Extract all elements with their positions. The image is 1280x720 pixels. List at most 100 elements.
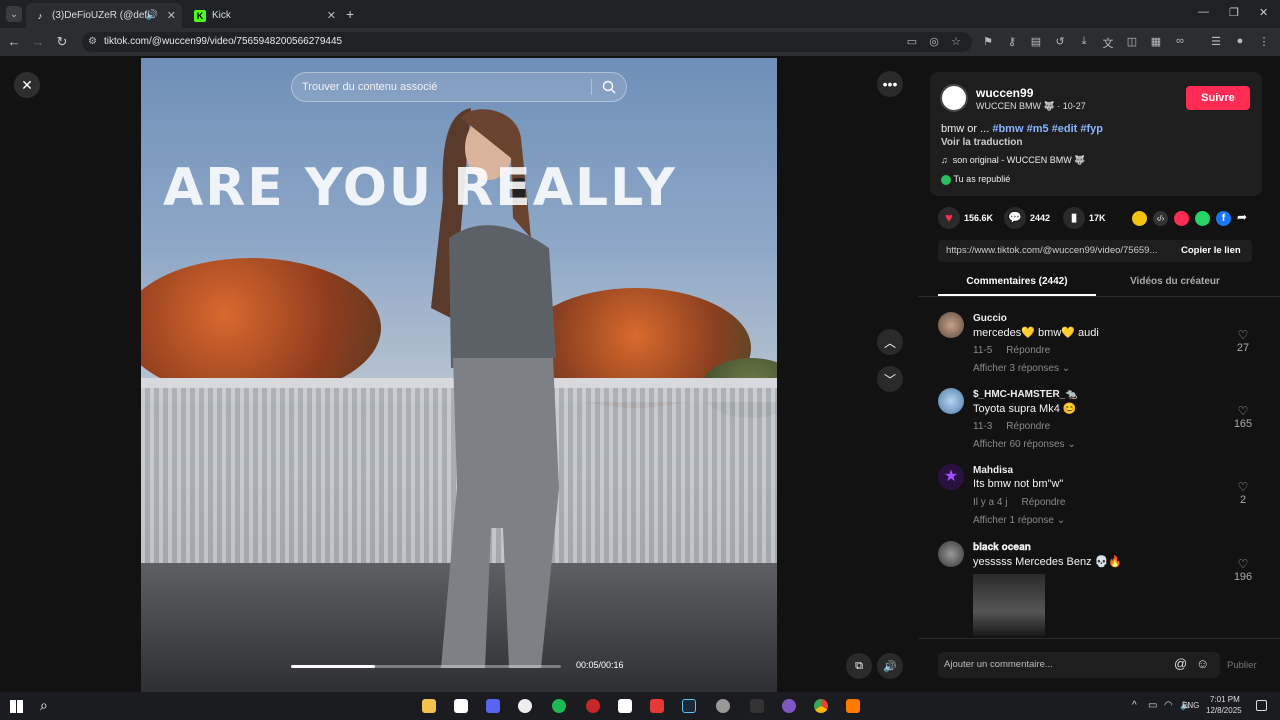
tab-kick[interactable]: K Kick ✕ <box>186 3 342 28</box>
copy-link-button[interactable]: Copier le lien <box>1181 245 1241 256</box>
screenshot-icon[interactable]: ◫ <box>1124 35 1140 48</box>
reply-link[interactable]: Répondre <box>1006 345 1050 356</box>
app-icon[interactable] <box>716 699 730 713</box>
app-icon[interactable] <box>782 699 796 713</box>
video-player[interactable]: ARE YOU REALLY Trouver du contenu associ… <box>141 58 777 692</box>
repost-share-icon[interactable] <box>1132 211 1147 226</box>
profile-icon[interactable]: ● <box>1232 35 1248 47</box>
picture-in-picture-button[interactable]: ⧉ <box>846 653 872 679</box>
comment-author[interactable]: $_HMC-HAMSTER_🐀 <box>973 389 1078 400</box>
comment-like[interactable]: ♡ 165 <box>1228 404 1258 430</box>
extension-icon[interactable]: ⚑ <box>980 35 996 48</box>
back-icon[interactable]: ← <box>6 34 22 49</box>
publish-button[interactable]: Publier <box>1227 660 1257 671</box>
tab-tiktok[interactable]: ♪ (3)DeFioUZeR (@defiouzer) 🔊 ✕ <box>26 3 182 28</box>
close-window-icon[interactable]: ✕ <box>1259 6 1268 19</box>
close-viewer-button[interactable]: ✕ <box>14 72 40 98</box>
windows-start-icon[interactable] <box>10 700 23 713</box>
cast-icon[interactable]: ▭ <box>904 35 920 48</box>
spotify-icon[interactable] <box>552 699 566 713</box>
discord-icon[interactable] <box>486 699 500 713</box>
send-icon[interactable] <box>1174 211 1189 226</box>
like-button[interactable]: ♥ 156.6K <box>938 207 993 229</box>
apps-icon[interactable]: ▦ <box>1148 35 1164 48</box>
restore-icon[interactable]: ❐ <box>1229 6 1239 19</box>
tab-creator-videos[interactable]: Vidéos du créateur <box>1096 276 1254 287</box>
tray-chevron-icon[interactable]: ^ <box>1132 700 1137 711</box>
hashtags[interactable]: #bmw #m5 #edit #fyp <box>992 123 1103 135</box>
eye-off-icon[interactable]: ◎ <box>926 35 942 48</box>
comment-author[interactable]: Guccio <box>973 313 1007 324</box>
avatar[interactable] <box>938 312 964 338</box>
more-options-button[interactable]: ••• <box>877 71 903 97</box>
comment-button[interactable]: 💬 2442 <box>1004 207 1050 229</box>
creator-avatar[interactable] <box>940 84 968 112</box>
next-video-button[interactable]: ﹀ <box>877 366 903 392</box>
epic-games-icon[interactable] <box>750 699 764 713</box>
file-explorer-icon[interactable] <box>422 699 436 713</box>
forward-icon[interactable]: → <box>30 34 46 49</box>
creator-username[interactable]: wuccen99 <box>976 86 1033 100</box>
translate-link[interactable]: Voir la traduction <box>941 137 1023 148</box>
video-progress-bar[interactable] <box>291 665 561 668</box>
download-icon[interactable]: ⤓ <box>1076 35 1092 48</box>
comment-author[interactable]: 𝐛𝐥𝐚𝐜𝐤 𝐨𝐜𝐞𝐚𝐧 <box>973 542 1031 553</box>
steam-icon[interactable] <box>682 699 696 713</box>
emoji-icon[interactable]: ☺ <box>1196 656 1209 671</box>
share-arrow-icon[interactable]: ➦ <box>1237 210 1247 224</box>
comment-image-thumbnail[interactable] <box>973 574 1045 636</box>
comment-like[interactable]: ♡ 27 <box>1228 328 1258 354</box>
show-replies-link[interactable]: Afficher 1 réponse ⌄ <box>973 515 1065 526</box>
translate-icon[interactable]: 文 <box>1100 35 1116 51</box>
avatar[interactable]: ★ <box>938 464 964 490</box>
search-icon[interactable]: ⌕ <box>40 697 48 714</box>
avatar[interactable] <box>938 541 964 567</box>
url-field[interactable]: ⚙ tiktok.com/@wuccen99/video/75659482005… <box>82 32 972 52</box>
reply-link[interactable]: Répondre <box>1006 421 1050 432</box>
whatsapp-icon[interactable] <box>1195 211 1210 226</box>
chrome-icon[interactable] <box>814 699 828 713</box>
minimize-icon[interactable]: — <box>1198 6 1209 18</box>
sound-link[interactable]: ♫ son original - WUCCEN BMW 🐺 <box>941 155 1086 166</box>
link-icon[interactable]: ∞ <box>1172 35 1188 47</box>
language-indicator[interactable]: ENG <box>1182 701 1199 710</box>
show-replies-link[interactable]: Afficher 3 réponses ⌄ <box>973 363 1070 374</box>
mention-icon[interactable]: @ <box>1174 656 1187 671</box>
speaker-icon[interactable]: 🔊 <box>146 10 158 21</box>
network-icon[interactable]: ▭ <box>1148 700 1157 711</box>
comment-author[interactable]: Mahdisa <box>973 465 1013 476</box>
avatar[interactable] <box>938 388 964 414</box>
app-icon[interactable] <box>846 699 860 713</box>
related-search-input[interactable]: Trouver du contenu associé <box>291 72 627 102</box>
wifi-icon[interactable]: ◠ <box>1164 700 1173 711</box>
reload-icon[interactable]: ↻ <box>54 34 70 50</box>
menu-icon[interactable]: ⋮ <box>1256 35 1272 48</box>
search-icon[interactable] <box>602 80 616 94</box>
comment-like[interactable]: ♡ 2 <box>1228 480 1258 506</box>
show-replies-link[interactable]: Afficher 60 réponses ⌄ <box>973 439 1076 450</box>
app-icon[interactable] <box>518 699 532 713</box>
site-info-icon[interactable]: ⚙ <box>88 32 97 52</box>
notification-icon[interactable] <box>1256 700 1267 711</box>
tab-comments[interactable]: Commentaires (2442) <box>938 276 1096 287</box>
comment-input[interactable]: Ajouter un commentaire... @ ☺ <box>938 652 1220 678</box>
follow-button[interactable]: Suivre <box>1186 86 1250 110</box>
star-icon[interactable]: ☆ <box>948 35 964 48</box>
reply-link[interactable]: Répondre <box>1021 497 1065 508</box>
clock-date[interactable]: 12/8/2025 <box>1206 706 1242 715</box>
history-icon[interactable]: ↺ <box>1052 35 1068 48</box>
save-button[interactable]: ▮ 17K <box>1063 207 1106 229</box>
tab-list-dropdown[interactable]: ⌄ <box>6 6 22 22</box>
close-tab-icon[interactable]: ✕ <box>327 9 336 22</box>
volume-button[interactable]: 🔊 <box>877 653 903 679</box>
previous-video-button[interactable]: ︿ <box>877 329 903 355</box>
store-icon[interactable] <box>454 699 468 713</box>
comment-like[interactable]: ♡ 196 <box>1228 557 1258 583</box>
new-tab-icon[interactable]: + <box>346 6 354 22</box>
app-icon[interactable] <box>586 699 600 713</box>
card-icon[interactable]: ▤ <box>1028 35 1044 48</box>
clock-time[interactable]: 7:01 PM <box>1210 695 1240 704</box>
capcut-icon[interactable] <box>618 699 632 713</box>
key-icon[interactable]: ⚷ <box>1004 35 1020 48</box>
reading-list-icon[interactable]: ☰ <box>1208 35 1224 48</box>
